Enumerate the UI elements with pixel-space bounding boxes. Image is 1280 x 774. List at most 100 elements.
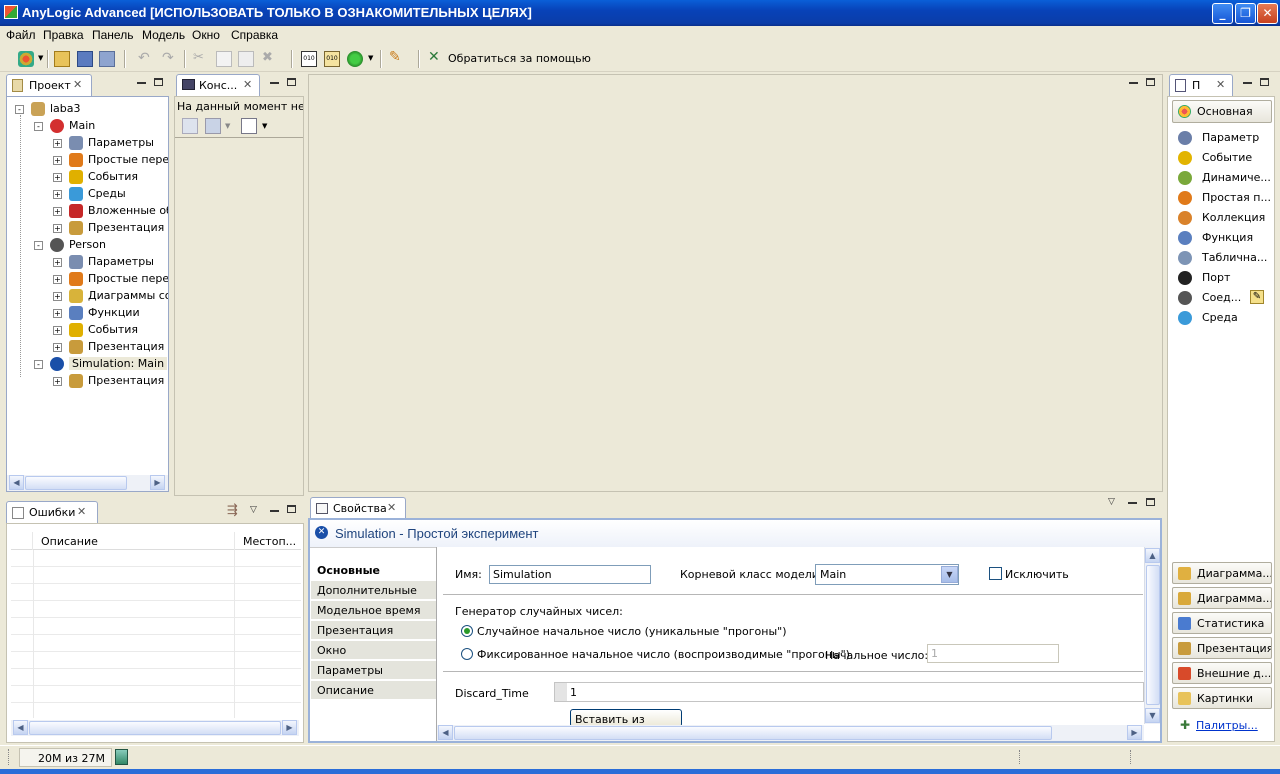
name-field[interactable]: [489, 565, 651, 584]
close-tab-icon[interactable]: ✕: [243, 78, 252, 91]
scroll-thumb[interactable]: [1146, 565, 1160, 705]
maximize-view-icon[interactable]: [1146, 78, 1155, 86]
column-location[interactable]: Местоп...: [243, 535, 296, 548]
section-1[interactable]: Дополнительные: [311, 581, 436, 600]
random-seed-radio[interactable]: [461, 625, 473, 637]
maximize-view-icon[interactable]: [287, 505, 296, 513]
garbage-collect-icon[interactable]: [115, 749, 128, 765]
palette-item[interactable]: Порт: [1176, 268, 1270, 288]
palette-section-button[interactable]: Диаграмма...: [1172, 562, 1272, 584]
new-model-icon[interactable]: [18, 51, 34, 67]
palette-section-button[interactable]: Статистика: [1172, 612, 1272, 634]
menu-edit[interactable]: Правка: [43, 28, 84, 42]
section-5[interactable]: Параметры: [311, 661, 436, 680]
exclude-checkbox[interactable]: [989, 567, 1002, 580]
palette-item[interactable]: Событие: [1176, 148, 1270, 168]
menu-window[interactable]: Окно: [192, 28, 220, 42]
tab-project[interactable]: Проект ✕: [6, 74, 92, 96]
close-tab-icon[interactable]: ✕: [77, 505, 86, 518]
collapse-icon[interactable]: -: [15, 105, 24, 114]
expand-icon[interactable]: +: [53, 292, 62, 301]
scroll-thumb[interactable]: [25, 476, 127, 490]
scroll-left-icon[interactable]: ◀: [438, 725, 453, 740]
expand-icon[interactable]: +: [53, 207, 62, 216]
expand-icon[interactable]: +: [53, 156, 62, 165]
minimize-view-icon[interactable]: [1128, 502, 1137, 504]
scroll-thumb[interactable]: [454, 726, 1052, 740]
palette-section-button[interactable]: Презентация: [1172, 637, 1272, 659]
horizontal-scrollbar[interactable]: ◀ ▶: [11, 720, 299, 736]
expand-icon[interactable]: +: [53, 224, 62, 233]
expand-icon[interactable]: +: [53, 139, 62, 148]
maximize-view-icon[interactable]: [1260, 78, 1269, 86]
tab-console[interactable]: Конс... ✕: [176, 74, 260, 96]
palettes-link[interactable]: ✚ Палитры...: [1180, 718, 1270, 734]
root-class-select[interactable]: Main ▼: [815, 564, 959, 585]
close-tab-icon[interactable]: ✕: [387, 501, 396, 514]
close-tab-icon[interactable]: ✕: [1216, 78, 1225, 91]
palette-item[interactable]: Коллекция: [1176, 208, 1270, 228]
save-all-icon[interactable]: [99, 51, 115, 67]
view-menu-icon[interactable]: ▽: [1108, 497, 1115, 507]
scroll-left-icon[interactable]: ◀: [13, 720, 28, 735]
palette-item[interactable]: Таблична...: [1176, 248, 1270, 268]
seed-field[interactable]: [927, 644, 1059, 663]
scroll-left-icon[interactable]: ◀: [9, 475, 24, 490]
run-icon[interactable]: [347, 51, 363, 67]
display-console-icon[interactable]: [205, 118, 221, 134]
open-console-dropdown-icon[interactable]: ▼: [262, 122, 267, 130]
view-menu-icon[interactable]: ▽: [250, 505, 257, 515]
expand-icon[interactable]: +: [53, 309, 62, 318]
run-dropdown-icon[interactable]: ▼: [368, 54, 373, 62]
horizontal-scrollbar[interactable]: ◀ ▶: [437, 725, 1144, 741]
menu-panel[interactable]: Панель: [92, 28, 133, 42]
menu-model[interactable]: Модель: [142, 28, 185, 42]
expand-icon[interactable]: +: [53, 275, 62, 284]
section-2[interactable]: Модельное время: [311, 601, 436, 620]
horizontal-scrollbar[interactable]: ◀ ▶: [7, 475, 168, 491]
menu-help[interactable]: Справка: [231, 28, 278, 42]
close-button[interactable]: ✕: [1257, 3, 1278, 24]
fixed-seed-radio[interactable]: [461, 648, 473, 660]
new-dropdown-icon[interactable]: ▼: [38, 54, 43, 62]
expand-icon[interactable]: +: [53, 326, 62, 335]
tab-properties[interactable]: Свойства ✕: [310, 497, 406, 519]
build-all-icon[interactable]: 010: [324, 51, 340, 67]
tab-palette[interactable]: П ✕: [1169, 74, 1233, 96]
section-0[interactable]: Основные: [311, 561, 436, 580]
copy-icon[interactable]: [216, 51, 232, 67]
maximize-button[interactable]: ❐: [1235, 3, 1256, 24]
expand-icon[interactable]: +: [53, 343, 62, 352]
section-3[interactable]: Презентация: [311, 621, 436, 640]
minimize-view-icon[interactable]: [270, 82, 279, 84]
edit-pencil-icon[interactable]: ✎: [1250, 290, 1264, 304]
delete-icon[interactable]: ✖: [262, 50, 273, 65]
expand-icon[interactable]: +: [53, 258, 62, 267]
save-icon[interactable]: [77, 51, 93, 67]
param-discard-time-field[interactable]: 1: [554, 682, 1144, 702]
palette-item[interactable]: Простая п...: [1176, 188, 1271, 208]
minimize-view-icon[interactable]: [137, 82, 146, 84]
minimize-view-icon[interactable]: [1243, 82, 1252, 84]
palette-main-button[interactable]: Основная: [1172, 100, 1272, 123]
palette-section-button[interactable]: Диаграмма...: [1172, 587, 1272, 609]
scroll-up-icon[interactable]: ▲: [1145, 548, 1160, 563]
build-icon[interactable]: 010: [301, 51, 317, 67]
debug-icon[interactable]: ✎: [389, 49, 401, 65]
cut-icon[interactable]: ✂: [193, 50, 204, 65]
expand-icon[interactable]: +: [53, 173, 62, 182]
open-console-icon[interactable]: [241, 118, 257, 134]
tools-icon[interactable]: ✕: [428, 49, 440, 65]
vertical-scrollbar[interactable]: ▲ ▼: [1144, 547, 1160, 724]
minimize-view-icon[interactable]: [270, 510, 279, 512]
close-tab-icon[interactable]: ✕: [73, 78, 82, 91]
column-description[interactable]: Описание: [41, 535, 98, 548]
section-6[interactable]: Описание: [311, 681, 436, 700]
minimize-view-icon[interactable]: [1129, 82, 1138, 84]
palette-item[interactable]: Параметр: [1176, 128, 1270, 148]
collapse-icon[interactable]: -: [34, 360, 43, 369]
clear-console-icon[interactable]: [182, 118, 198, 134]
paste-icon[interactable]: [238, 51, 254, 67]
tab-errors[interactable]: Ошибки ✕: [6, 501, 98, 523]
section-4[interactable]: Окно: [311, 641, 436, 660]
